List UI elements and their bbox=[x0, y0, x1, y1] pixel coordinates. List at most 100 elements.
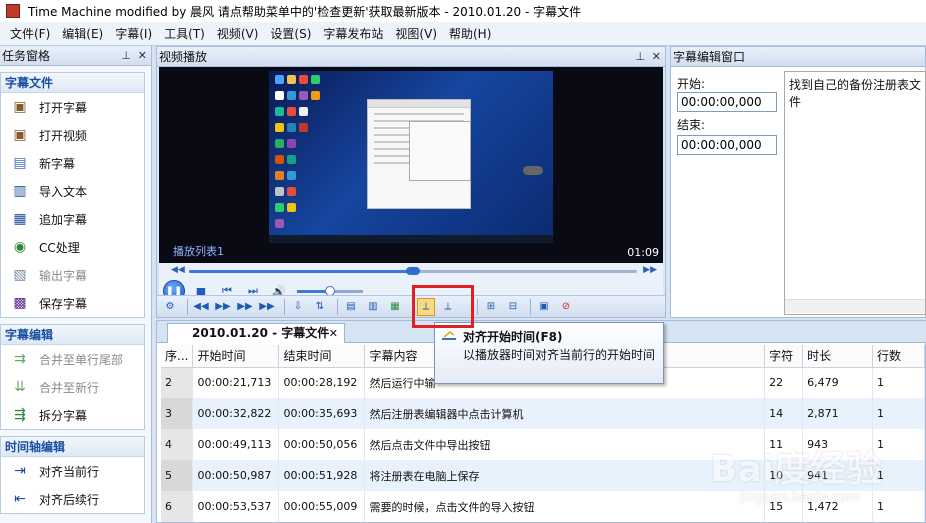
task-pane: 任务窗格 ⊥ ✕ 字幕文件 ▣ 打开字幕 ▣ 打开视频 ▤ 新字幕 ▥ 导入文本 ▦ 追加… bbox=[0, 46, 152, 523]
menu-settings[interactable]: 设置(S) bbox=[264, 22, 317, 46]
seek-thumb[interactable] bbox=[406, 267, 420, 275]
desktop-icon bbox=[287, 203, 296, 212]
task-open-subtitle[interactable]: ▣ 打开字幕 bbox=[1, 93, 144, 121]
task-merge-tail[interactable]: ⇉ 合并至单行尾部 bbox=[1, 345, 144, 373]
new-subtitle-icon: ▤ bbox=[13, 155, 27, 171]
cell-end: 00:00:50,056 bbox=[278, 429, 366, 460]
column-start[interactable]: 开始时间 bbox=[192, 345, 280, 368]
video-panel: 视频播放 ⊥ ✕ 播放列表1 01:09 ◀◀ ▶▶ ❚❚ ■ ⏮ ⏭ 🔊 ⚙ … bbox=[156, 46, 666, 318]
clear-tool-button[interactable]: ⊘ bbox=[557, 298, 575, 316]
fast-forward-button[interactable]: ▶▶ bbox=[236, 298, 254, 316]
pin-icon[interactable]: ⊥ bbox=[121, 49, 131, 62]
task-export-subtitle[interactable]: ▧ 输出字幕 bbox=[1, 261, 144, 289]
column-duration[interactable]: 时长 bbox=[802, 345, 874, 368]
app-icon bbox=[6, 4, 20, 18]
watermark-text: Bai度经验 bbox=[710, 449, 883, 490]
close-icon[interactable]: ✕ bbox=[652, 50, 661, 63]
back-step-button[interactable]: ◀◀ bbox=[192, 298, 210, 316]
column-seq[interactable]: 序... bbox=[161, 345, 194, 368]
task-append-subtitle[interactable]: ▦ 追加字幕 bbox=[1, 205, 144, 233]
doc-insert-button[interactable]: ▥ bbox=[364, 298, 382, 316]
task-cc-process[interactable]: ◉ CC处理 bbox=[1, 233, 144, 261]
document-insert-icon: ▥ bbox=[368, 301, 378, 312]
horizontal-scrollbar[interactable] bbox=[785, 299, 925, 313]
task-merge-newline[interactable]: ⇊ 合并至新行 bbox=[1, 373, 144, 401]
jump-updown-button[interactable]: ⇅ bbox=[311, 298, 329, 316]
toolbar-separator bbox=[477, 298, 478, 315]
menu-view[interactable]: 视图(V) bbox=[389, 22, 443, 46]
task-label: 合并至新行 bbox=[39, 380, 100, 395]
playlist-label[interactable]: 播放列表1 bbox=[173, 243, 224, 259]
settings-tool-button[interactable]: ⚙ bbox=[161, 298, 179, 316]
start-time-label: 开始: bbox=[677, 77, 706, 91]
tooltip: 对齐开始时间(F8) 以播放器时间对齐当前行的开始时间 bbox=[434, 322, 664, 384]
menu-subtitle[interactable]: 字幕(I) bbox=[109, 22, 158, 46]
task-align-following[interactable]: ⇤ 对齐后续行 bbox=[1, 485, 144, 513]
task-open-video[interactable]: ▣ 打开视频 bbox=[1, 121, 144, 149]
column-chars[interactable]: 字符 bbox=[764, 345, 804, 368]
task-new-subtitle[interactable]: ▤ 新字幕 bbox=[1, 149, 144, 177]
task-split[interactable]: ⇶ 拆分字幕 bbox=[1, 401, 144, 429]
table-row[interactable]: 3 00:00:32,822 00:00:35,693 然后注册表编辑器中点击计… bbox=[161, 398, 925, 429]
fast-forward-more-button[interactable]: ▶▶ bbox=[258, 298, 276, 316]
pin-icon[interactable]: ⊥ bbox=[635, 50, 645, 63]
task-save-subtitle[interactable]: ▩ 保存字幕 bbox=[1, 289, 144, 317]
rewind-arrow-icon[interactable]: ◀◀ bbox=[171, 265, 185, 275]
close-icon[interactable]: ✕ bbox=[138, 49, 147, 62]
menu-file[interactable]: 文件(F) bbox=[4, 22, 56, 46]
open-video-icon: ▣ bbox=[13, 127, 27, 143]
cell-start: 00:00:53,537 bbox=[192, 491, 280, 522]
desktop-icon bbox=[287, 187, 296, 196]
start-time-input[interactable] bbox=[677, 92, 777, 112]
group-header[interactable]: 时间轴编辑 bbox=[1, 437, 144, 457]
group-header[interactable]: 字幕编辑 bbox=[1, 325, 144, 345]
save-tool-button[interactable]: ▣ bbox=[535, 298, 553, 316]
menu-tools[interactable]: 工具(T) bbox=[158, 22, 211, 46]
forward-arrow-icon[interactable]: ▶▶ bbox=[643, 265, 657, 275]
desktop-icon bbox=[287, 123, 296, 132]
close-icon[interactable]: ✕ bbox=[329, 325, 338, 343]
cell-duration: 2,871 bbox=[802, 398, 874, 429]
subtitle-text-area[interactable]: 找到自己的备份注册表文件 bbox=[784, 71, 926, 315]
doc-tool-button[interactable]: ▤ bbox=[342, 298, 360, 316]
column-lines[interactable]: 行数 bbox=[872, 345, 925, 368]
watermark-subtext: jingyan.baidu.com bbox=[740, 490, 860, 505]
end-time-input[interactable] bbox=[677, 135, 777, 155]
cell-start: 00:00:21,713 bbox=[192, 367, 280, 398]
seek-slider[interactable] bbox=[189, 267, 637, 275]
cell-end: 00:00:28,192 bbox=[278, 367, 366, 398]
menu-help[interactable]: 帮助(H) bbox=[443, 22, 497, 46]
dialog-window bbox=[409, 121, 471, 181]
delete-row-button[interactable]: ⊟ bbox=[504, 298, 522, 316]
jump-down-button[interactable]: ⇩ bbox=[289, 298, 307, 316]
volume-thumb[interactable] bbox=[325, 285, 335, 296]
disk-icon: ▣ bbox=[539, 301, 549, 312]
tab-subtitle-file[interactable]: 2010.01.20 - 字幕文件 ✕ bbox=[167, 323, 345, 343]
volume-slider[interactable] bbox=[297, 285, 363, 296]
doc-append-button[interactable]: ▦ bbox=[386, 298, 404, 316]
task-label: 对齐当前行 bbox=[39, 464, 100, 479]
cell-text: 然后点击文件中导出按钮 bbox=[364, 429, 766, 460]
document-icon: ▤ bbox=[346, 301, 356, 312]
insert-row-button[interactable]: ⊞ bbox=[482, 298, 500, 316]
task-import-text[interactable]: ▥ 导入文本 bbox=[1, 177, 144, 205]
menu-edit[interactable]: 编辑(E) bbox=[56, 22, 109, 46]
menu-video[interactable]: 视频(V) bbox=[211, 22, 265, 46]
group-header[interactable]: 字幕文件 bbox=[1, 73, 144, 93]
task-align-current[interactable]: ⇥ 对齐当前行 bbox=[1, 457, 144, 485]
forward-step-button[interactable]: ▶▶ bbox=[214, 298, 232, 316]
cell-start: 00:00:50,987 bbox=[192, 460, 280, 491]
video-display[interactable]: 播放列表1 01:09 bbox=[159, 67, 663, 263]
desktop-taskbar bbox=[269, 235, 553, 243]
desktop-icon bbox=[275, 187, 284, 196]
timeline-toolbar: ⚙ ◀◀ ▶▶ ▶▶ ▶▶ ⇩ ⇅ ▤ ▥ ▦ ⟂ ⟂ ⊞ ⊟ ▣ ⊘ bbox=[157, 295, 665, 317]
desktop-icon bbox=[287, 75, 296, 84]
step-back-icon: ◀◀ bbox=[193, 301, 209, 312]
cell-seq: 4 bbox=[161, 429, 194, 460]
cell-seq: 6 bbox=[161, 491, 194, 522]
document-append-icon: ▦ bbox=[390, 301, 400, 312]
menu-publish[interactable]: 字幕发布站 bbox=[317, 22, 389, 46]
column-end[interactable]: 结束时间 bbox=[278, 345, 366, 368]
playback-time: 01:09 bbox=[627, 246, 659, 259]
group-subtitle-file: 字幕文件 ▣ 打开字幕 ▣ 打开视频 ▤ 新字幕 ▥ 导入文本 ▦ 追加字幕 ◉ CC处理 … bbox=[0, 72, 145, 318]
